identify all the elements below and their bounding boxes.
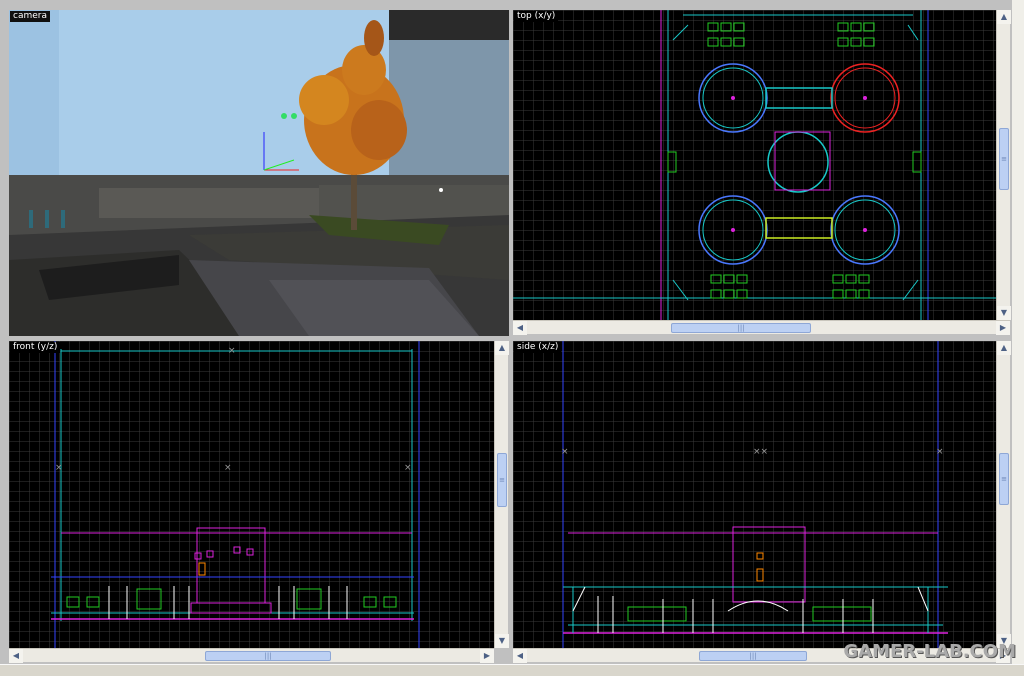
top-vertical-scrollbar[interactable]: ▲ ≡ ▼	[996, 10, 1011, 320]
camera-viewport-label: camera	[10, 11, 50, 22]
scroll-up-icon[interactable]: ▲	[997, 10, 1011, 24]
side-viewport-label: side (x/z)	[514, 342, 562, 353]
svg-text:×: ×	[561, 447, 569, 457]
front-vscroll-thumb[interactable]: ≡	[497, 453, 507, 507]
svg-text:×: ×	[936, 447, 944, 457]
svg-text:×: ×	[228, 346, 236, 356]
status-bar	[0, 664, 1024, 676]
front-horizontal-scrollbar[interactable]: ◀ ||| ▶	[9, 648, 494, 663]
top-vscroll-thumb[interactable]: ≡	[999, 128, 1009, 190]
scroll-right-icon[interactable]: ▶	[996, 321, 1010, 335]
side-hscroll-thumb[interactable]: |||	[699, 651, 807, 661]
scroll-right-icon[interactable]: ▶	[480, 649, 494, 663]
top-hscroll-thumb[interactable]: |||	[671, 323, 811, 333]
side-vscroll-thumb[interactable]: ≡	[999, 453, 1009, 505]
top-grid	[513, 10, 996, 320]
front-vertical-scrollbar[interactable]: ▲ ≡ ▼	[494, 341, 509, 648]
scroll-up-icon[interactable]: ▲	[997, 341, 1011, 355]
camera-scene	[9, 10, 509, 336]
side-grid: × ×× ×	[513, 341, 996, 648]
scroll-up-icon[interactable]: ▲	[495, 341, 509, 355]
svg-text:×: ×	[55, 463, 63, 473]
scroll-left-icon[interactable]: ◀	[513, 321, 527, 335]
scroll-down-icon[interactable]: ▼	[997, 306, 1011, 320]
scroll-down-icon[interactable]: ▼	[495, 634, 509, 648]
front-viewport[interactable]: front (y/z) × × × ×	[9, 341, 494, 648]
camera-viewport[interactable]: camera	[9, 10, 509, 336]
side-vertical-scrollbar[interactable]: ▲ ≡ ▼	[996, 341, 1011, 648]
svg-text:×: ×	[404, 463, 412, 473]
top-horizontal-scrollbar[interactable]: ◀ ||| ▶	[513, 320, 1010, 335]
svg-text:××: ××	[753, 447, 768, 457]
editor-window: camera top (x/y) ▲ ≡ ▼ ◀ ||| ▶ front (y/…	[0, 0, 1024, 676]
scroll-left-icon[interactable]: ◀	[9, 649, 23, 663]
watermark-text: GAMER-LAB.COM	[843, 641, 1016, 662]
top-viewport-label: top (x/y)	[514, 11, 559, 22]
scroll-left-icon[interactable]: ◀	[513, 649, 527, 663]
side-viewport[interactable]: side (x/z) × ×× ×	[513, 341, 996, 648]
front-grid: × × × ×	[9, 341, 494, 648]
right-panel-edge	[1012, 0, 1024, 676]
front-viewport-label: front (y/z)	[10, 342, 61, 353]
front-hscroll-thumb[interactable]: |||	[205, 651, 331, 661]
svg-text:×: ×	[224, 463, 232, 473]
top-viewport[interactable]: top (x/y)	[513, 10, 996, 320]
